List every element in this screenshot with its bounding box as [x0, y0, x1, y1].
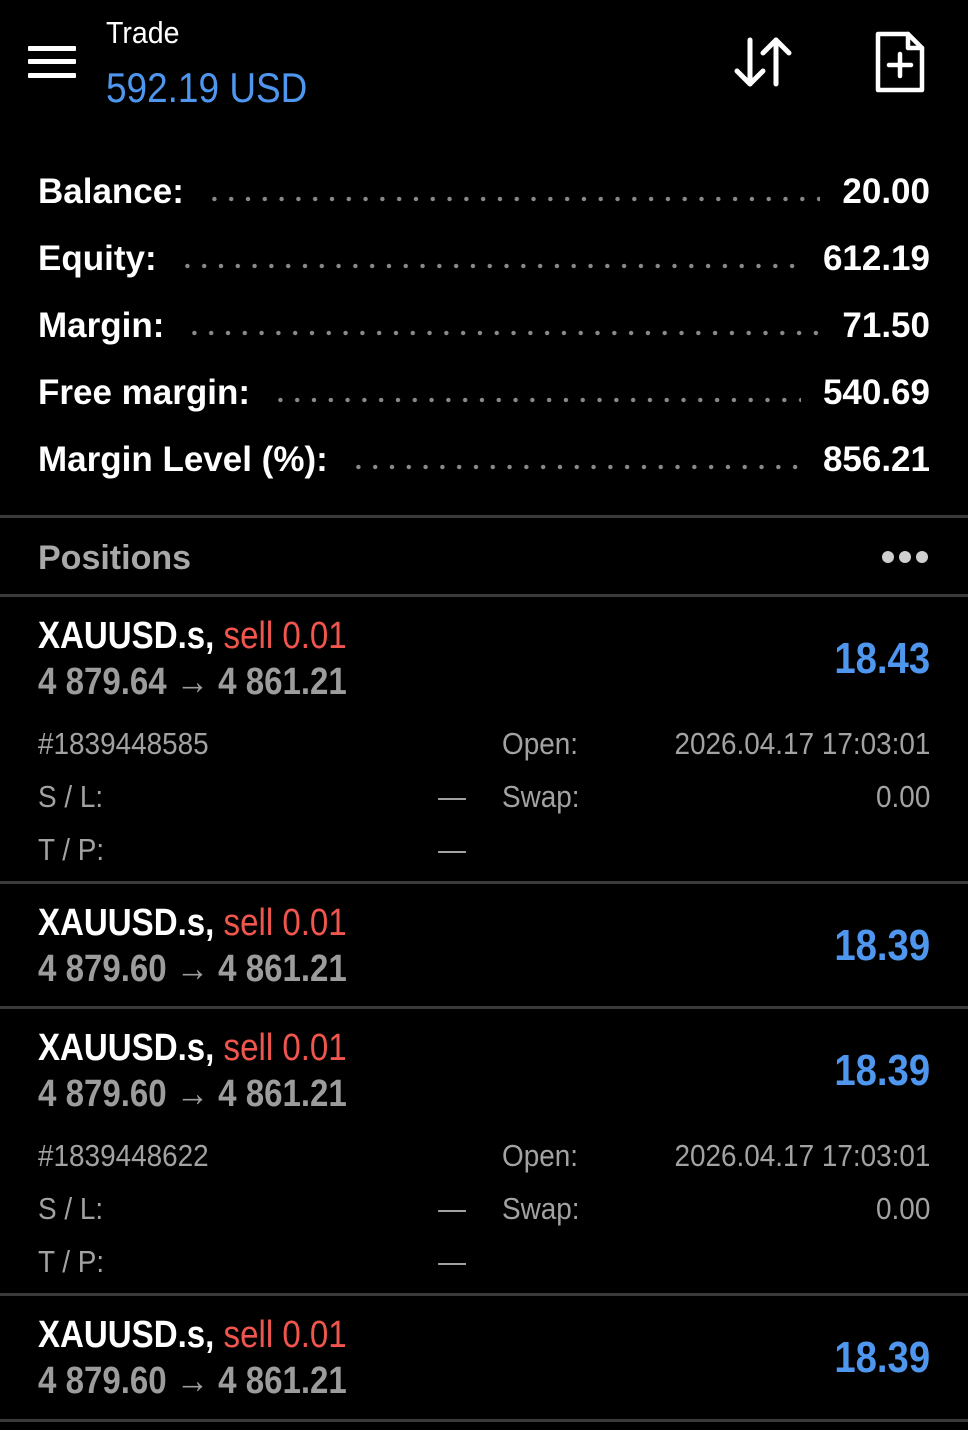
sort-arrows-icon[interactable]	[732, 34, 794, 90]
balance-value: 20.00	[842, 172, 930, 211]
free-margin-row: Free margin: 540.69	[38, 368, 930, 418]
sl-value: —	[438, 1191, 466, 1226]
position-item[interactable]: XAUUSD.s, sell 0.01 4 879.60 → 4 861.21 …	[0, 1296, 968, 1418]
open-label: Open:	[502, 1138, 579, 1173]
tp-label: T / P:	[38, 1244, 105, 1279]
position-item[interactable]: XAUUSD.s, sell 0.01 4 879.64 → 4 861.21 …	[0, 597, 968, 881]
divider	[0, 515, 968, 518]
arrow-right-icon: →	[175, 1073, 209, 1115]
ticket-number: #1839448585	[38, 726, 209, 761]
new-order-icon[interactable]	[872, 30, 928, 94]
position-side: sell 0.01	[223, 1027, 347, 1069]
position-prices: 4 879.60 → 4 861.21	[38, 1071, 347, 1117]
position-title: XAUUSD.s, sell 0.01	[38, 900, 347, 946]
open-price: 4 879.60	[38, 948, 167, 990]
position-symbol: XAUUSD.s,	[38, 902, 215, 944]
open-time: 2026.04.17 17:03:01	[674, 726, 930, 761]
margin-level-label: Margin Level (%):	[38, 440, 328, 479]
position-profit: 18.43	[834, 634, 930, 683]
swap-label: Swap:	[502, 1191, 580, 1226]
position-profit: 18.39	[834, 1046, 930, 1095]
open-price: 4 879.64	[38, 661, 167, 703]
leader-dots	[205, 196, 821, 202]
swap-value: 0.00	[875, 1191, 930, 1226]
position-side: sell 0.01	[223, 1314, 347, 1356]
margin-row: Margin: 71.50	[38, 301, 930, 351]
open-price: 4 879.60	[38, 1360, 167, 1402]
free-margin-value: 540.69	[822, 373, 930, 412]
current-price: 4 861.21	[218, 1360, 347, 1402]
margin-level-value: 856.21	[822, 440, 930, 479]
tp-value: —	[438, 832, 466, 867]
equity-label: Equity:	[38, 239, 157, 278]
position-side: sell 0.01	[223, 902, 347, 944]
position-title: XAUUSD.s, sell 0.01	[38, 1312, 347, 1358]
current-price: 4 861.21	[218, 1073, 347, 1115]
position-profit: 18.39	[834, 921, 930, 970]
equity-value: 612.19	[822, 239, 930, 278]
margin-value: 71.50	[842, 306, 930, 345]
equity-row: Equity: 612.19	[38, 234, 930, 284]
arrow-right-icon: →	[175, 661, 209, 703]
position-profit: 18.39	[834, 1333, 930, 1382]
top-bar: Trade 592.19 USD	[0, 0, 968, 130]
page-title: Trade	[106, 15, 180, 50]
leader-dots	[272, 397, 801, 403]
positions-title: Positions	[38, 539, 192, 577]
position-item[interactable]: XAUUSD.s, sell 0.01 4 879.60 → 4 861.21 …	[0, 884, 968, 1006]
position-title: XAUUSD.s, sell 0.01	[38, 1025, 347, 1071]
current-price: 4 861.21	[218, 661, 347, 703]
tp-label: T / P:	[38, 832, 105, 867]
leader-dots	[186, 330, 821, 336]
position-symbol: XAUUSD.s,	[38, 1027, 215, 1069]
leader-dots	[349, 464, 801, 470]
position-item[interactable]: XAUUSD.s, sell 0.01 4 879.60 → 4 861.21 …	[0, 1009, 968, 1293]
more-dots-icon[interactable]	[880, 547, 930, 567]
position-side: sell 0.01	[223, 615, 347, 657]
sl-label: S / L:	[38, 1191, 104, 1226]
swap-label: Swap:	[502, 779, 580, 814]
arrow-right-icon: →	[175, 1360, 209, 1402]
position-symbol: XAUUSD.s,	[38, 1314, 215, 1356]
tp-value: —	[438, 1244, 466, 1279]
balance-label: Balance:	[38, 172, 184, 211]
position-prices: 4 879.64 → 4 861.21	[38, 659, 347, 705]
arrow-right-icon: →	[175, 948, 209, 990]
sl-label: S / L:	[38, 779, 104, 814]
divider	[0, 1419, 968, 1422]
hamburger-menu-icon[interactable]	[28, 44, 76, 80]
position-title: XAUUSD.s, sell 0.01	[38, 613, 347, 659]
position-prices: 4 879.60 → 4 861.21	[38, 1358, 347, 1404]
free-margin-label: Free margin:	[38, 373, 250, 412]
open-price: 4 879.60	[38, 1073, 167, 1115]
swap-value: 0.00	[875, 779, 930, 814]
ticket-number: #1839448622	[38, 1138, 209, 1173]
margin-level-row: Margin Level (%): 856.21	[38, 435, 930, 485]
current-price: 4 861.21	[218, 948, 347, 990]
margin-label: Margin:	[38, 306, 165, 345]
sl-value: —	[438, 779, 466, 814]
open-label: Open:	[502, 726, 579, 761]
equity-subtitle: 592.19 USD	[106, 64, 308, 111]
balance-row: Balance: 20.00	[38, 167, 930, 217]
open-time: 2026.04.17 17:03:01	[674, 1138, 930, 1173]
leader-dots	[178, 263, 801, 269]
position-symbol: XAUUSD.s,	[38, 615, 215, 657]
positions-header: Positions	[0, 519, 968, 595]
position-prices: 4 879.60 → 4 861.21	[38, 946, 347, 992]
